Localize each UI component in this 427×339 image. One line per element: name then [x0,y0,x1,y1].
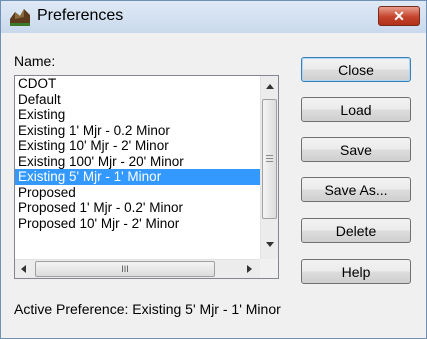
list-item[interactable]: CDOT [15,76,260,92]
title-bar[interactable]: Preferences ✕ [1,1,426,33]
preferences-listbox[interactable]: CDOT Default Existing Existing 1' Mjr - 0.2… [14,75,279,279]
scroll-right-icon[interactable] [247,265,252,273]
list-item[interactable]: Existing [15,107,260,123]
list-item[interactable]: Existing 10' Mjr - 2' Minor [15,138,260,154]
list-item[interactable]: Proposed 10' Mjr - 2' Minor [15,216,260,232]
scrollbar-corner [260,259,278,278]
app-icon [10,9,30,26]
load-button[interactable]: Load [301,97,411,122]
active-preference-status: Active Preference: Existing 5' Mjr - 1' … [14,301,281,317]
close-button[interactable]: Close [301,57,411,82]
horizontal-scroll-thumb[interactable]: III [35,261,215,277]
scroll-up-icon[interactable] [266,84,274,89]
list-item[interactable]: Default [15,92,260,108]
scroll-down-icon[interactable] [266,242,274,247]
vertical-scrollbar[interactable] [260,76,278,259]
horizontal-scrollbar[interactable]: III [15,259,260,278]
preferences-dialog: Preferences ✕ Name: CDOT Default Existing E… [0,0,427,339]
help-button[interactable]: Help [301,259,411,284]
close-window-button[interactable]: ✕ [378,6,420,26]
vertical-scroll-thumb[interactable] [262,99,277,219]
list-item[interactable]: Existing 100' Mjr - 20' Minor [15,154,260,170]
window-title: Preferences [37,7,124,24]
list-items: CDOT Default Existing Existing 1' Mjr - 0.2… [15,76,260,259]
scroll-left-icon[interactable] [21,265,26,273]
save-button[interactable]: Save [301,137,411,162]
list-item[interactable]: Proposed 1' Mjr - 0.2' Minor [15,200,260,216]
dialog-body: Name: CDOT Default Existing Existing 1' Mjr… [7,33,420,333]
list-item[interactable]: Existing 5' Mjr - 1' Minor [15,169,260,185]
list-item[interactable]: Existing 1' Mjr - 0.2 Minor [15,123,260,139]
delete-button[interactable]: Delete [301,218,411,243]
name-label: Name: [14,53,56,69]
save-as-button[interactable]: Save As... [301,177,411,202]
close-icon: ✕ [393,7,405,24]
list-item[interactable]: Proposed [15,185,260,201]
